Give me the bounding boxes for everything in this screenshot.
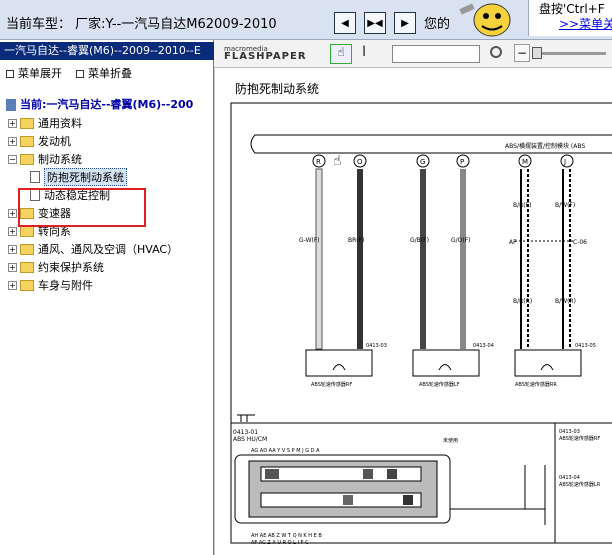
navigation-panel: 一汽马自达--睿翼(M6)--2009--2010--E 菜单展开 菜单折叠 当… bbox=[0, 40, 214, 555]
svg-text:0413-04: 0413-04 bbox=[473, 343, 494, 349]
svg-text:AG AD AA Y V S P M J G: AG AD AA Y V S P M J G D A bbox=[251, 448, 320, 454]
wire-label: AF bbox=[509, 239, 517, 246]
tree-item-brakes[interactable]: − 制动系统 bbox=[8, 150, 82, 168]
wire-label: BR(F) bbox=[348, 237, 364, 244]
flashpaper-toolbar: macromedia FLASHPAPER ☝ I − bbox=[214, 40, 612, 68]
collapse-menu-button[interactable]: 菜单折叠 bbox=[76, 67, 132, 80]
sensor-label: ABS轮速传感器LF bbox=[419, 381, 460, 388]
search-icon[interactable] bbox=[490, 46, 502, 58]
wire-label: B/R(F) bbox=[513, 202, 531, 209]
svg-text:G: G bbox=[420, 158, 425, 166]
highlight-box bbox=[18, 188, 146, 227]
svg-text:0413-05: 0413-05 bbox=[575, 343, 596, 349]
mascot-icon bbox=[459, 3, 511, 37]
wire-label: G/O(F) bbox=[451, 237, 471, 244]
svg-text:M: M bbox=[522, 158, 528, 166]
svg-text:O: O bbox=[357, 158, 363, 166]
hand-cursor-icon: ☝ bbox=[333, 153, 342, 169]
page-icon bbox=[30, 171, 40, 183]
svg-text:ABS轮速传感器RF: ABS轮速传感器RF bbox=[559, 435, 600, 442]
svg-text:ABS轮速传感器LR: ABS轮速传感器LR bbox=[559, 481, 601, 488]
search-input[interactable] bbox=[392, 45, 480, 63]
module-label: ABS/横摆装置/控制模块 (ABS bbox=[505, 142, 585, 150]
next-page-button[interactable]: ▶ bbox=[394, 12, 416, 34]
text-select-tool[interactable]: I bbox=[362, 44, 366, 60]
svg-text:J: J bbox=[563, 158, 566, 166]
menu-close-link[interactable]: >>菜单关 bbox=[559, 15, 612, 32]
svg-text:R: R bbox=[316, 158, 321, 166]
connector-p: P bbox=[456, 154, 470, 168]
folder-icon bbox=[20, 279, 34, 291]
vehicle-icon bbox=[6, 99, 16, 111]
svg-text:0413-04: 0413-04 bbox=[559, 475, 580, 481]
tree-item-engine[interactable]: + 发动机 bbox=[8, 132, 71, 150]
expand-toggle-icon: + bbox=[8, 226, 17, 236]
connector-j: J bbox=[560, 154, 574, 168]
collapse-icon bbox=[76, 70, 84, 78]
top-bar: 当前车型： 厂家:Y--一汽马自达M62009-2010 ◀ ▶◀ ▶ 您的 盘… bbox=[0, 0, 612, 40]
expand-toggle-icon: + bbox=[8, 208, 17, 218]
expand-toggle-icon: + bbox=[8, 244, 17, 254]
svg-text:0413-03: 0413-03 bbox=[366, 343, 387, 349]
connector-g: G bbox=[416, 154, 430, 168]
svg-text:☝: ☝ bbox=[333, 153, 342, 169]
tree-item-abs[interactable]: 防抱死制动系统 bbox=[30, 168, 127, 186]
svg-text:AH AE AB Z W T Q N K H: AH AE AB Z W T Q N K H E B bbox=[251, 533, 322, 539]
tree-item-body[interactable]: + 车身与附件 bbox=[8, 276, 93, 294]
wire-label: B/R(R) bbox=[513, 298, 532, 305]
document-page: 防抱死制动系统 ABS/横摆装置/控制模块 (ABS R O G P M J ☝ bbox=[214, 68, 612, 555]
zoom-slider-handle[interactable] bbox=[532, 47, 542, 59]
expand-menu-button[interactable]: 菜单展开 bbox=[6, 67, 62, 80]
document-viewer: macromedia FLASHPAPER ☝ I − 防抱死制动系统 ABS/横… bbox=[214, 40, 612, 555]
vehicle-label: 当前车型： 厂家:Y--一汽马自达M62009-2010 bbox=[6, 17, 277, 32]
expand-toggle-icon: + bbox=[8, 280, 17, 290]
zoom-out-button[interactable]: − bbox=[514, 44, 530, 62]
wire-label: G-W(F) bbox=[299, 237, 320, 244]
sensor-label: ABS轮速传感器RF bbox=[311, 381, 352, 388]
svg-text:0413-03: 0413-03 bbox=[559, 429, 580, 435]
expand-toggle-icon: + bbox=[8, 262, 17, 272]
menu-tools: 菜单展开 菜单折叠 bbox=[6, 65, 132, 81]
zoom-slider[interactable] bbox=[536, 52, 606, 55]
panel-title: 一汽马自达--睿翼(M6)--2009--2010--E bbox=[0, 42, 214, 60]
connector-o: O bbox=[353, 154, 367, 168]
collapse-toggle-icon: − bbox=[8, 154, 17, 164]
expand-toggle-icon: + bbox=[8, 118, 17, 128]
sensor-label: ABS轮速传感器RR bbox=[515, 381, 557, 388]
folder-icon bbox=[20, 135, 34, 147]
svg-text:AF AC Z X U R O L I F: AF AC Z X U R O L I F C bbox=[251, 540, 309, 546]
folder-icon bbox=[20, 225, 34, 237]
folder-icon bbox=[20, 243, 34, 255]
find-hint-text: 您的 bbox=[424, 17, 451, 32]
svg-text:ABS HU/CM: ABS HU/CM bbox=[233, 436, 267, 443]
flashpaper-logo: macromedia FLASHPAPER bbox=[224, 45, 307, 62]
prev-page-button[interactable]: ◀ bbox=[334, 12, 356, 34]
tree-item-restraints[interactable]: + 约束保护系统 bbox=[8, 258, 104, 276]
expand-icon bbox=[6, 70, 14, 78]
split-view-button[interactable]: ▶◀ bbox=[364, 12, 386, 34]
svg-text:0413-01: 0413-01 bbox=[233, 429, 258, 436]
connector-r: R bbox=[312, 154, 326, 168]
folder-icon bbox=[20, 117, 34, 129]
wiring-diagram: ABS/横摆装置/控制模块 (ABS R O G P M J ☝ G-W(F) bbox=[230, 102, 612, 546]
svg-text:未使用: 未使用 bbox=[443, 437, 458, 444]
wire-label: B/W(F) bbox=[555, 202, 575, 209]
svg-text:P: P bbox=[460, 158, 464, 166]
tree-item-general[interactable]: + 通用资料 bbox=[8, 114, 82, 132]
wire-label: C-06 bbox=[573, 239, 587, 246]
current-vehicle: 当前:一汽马自达--睿翼(M6)--200 bbox=[6, 96, 193, 112]
wire-label: B/W(R) bbox=[555, 298, 576, 305]
wire-label: G/B(F) bbox=[410, 237, 429, 244]
tree-item-hvac[interactable]: + 通风、通风及空调（HVAC） bbox=[8, 240, 178, 258]
hand-tool-button[interactable]: ☝ bbox=[330, 44, 352, 64]
folder-icon bbox=[20, 261, 34, 273]
expand-toggle-icon: + bbox=[8, 136, 17, 146]
connector-m: M bbox=[518, 154, 532, 168]
open-folder-icon bbox=[20, 153, 34, 165]
shortcut-hint-box: 盘按'Ctrl+F >>菜单关 bbox=[528, 0, 612, 36]
